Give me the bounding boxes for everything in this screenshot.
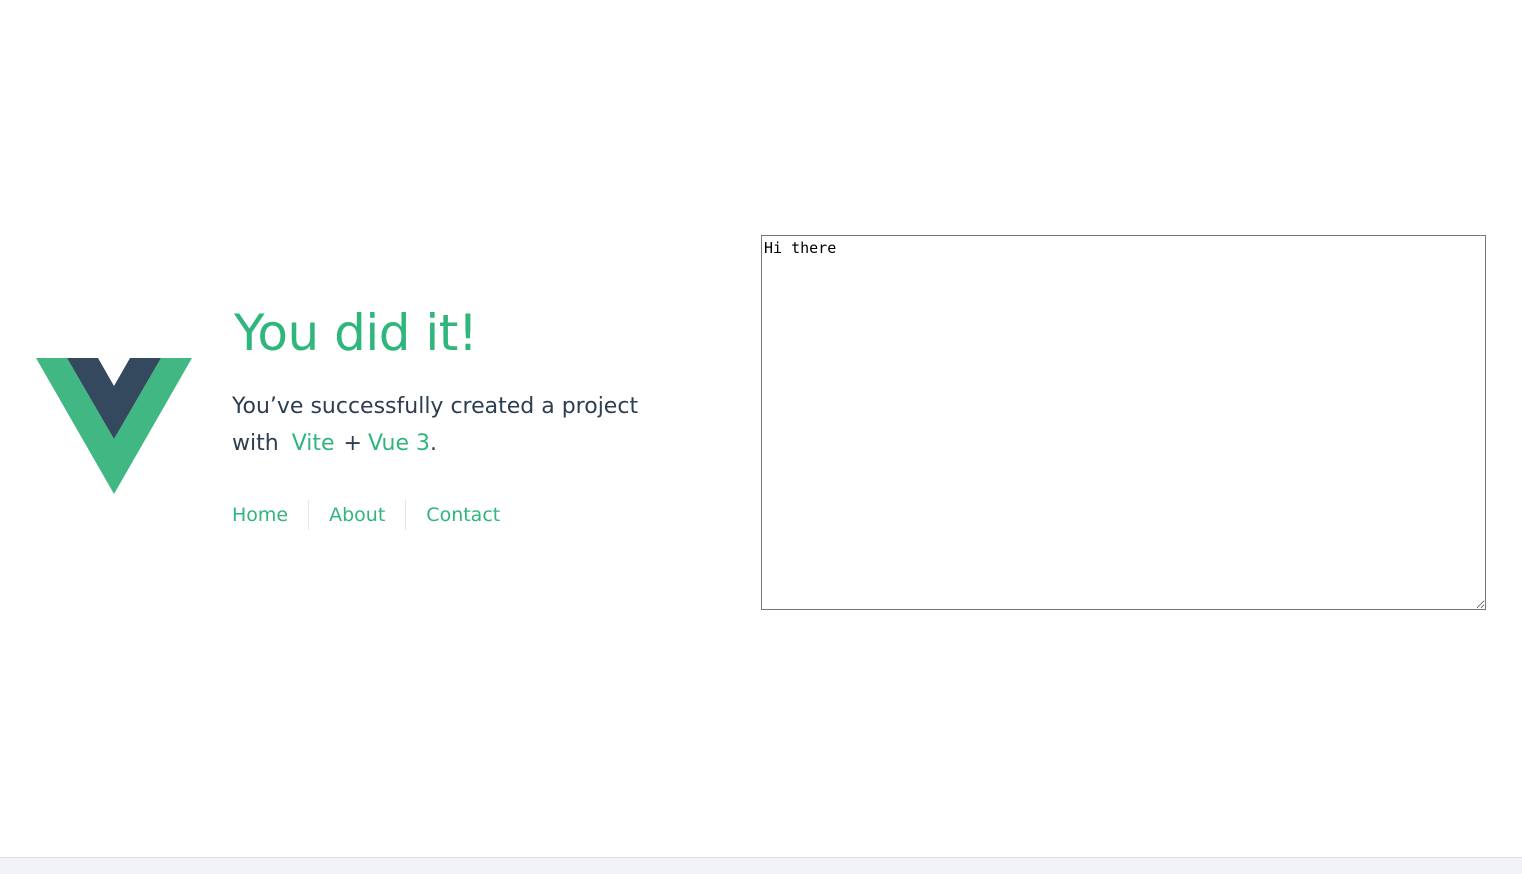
text-editor[interactable]: Hi there [761, 235, 1486, 610]
nav-link-contact[interactable]: Contact [405, 500, 520, 530]
nav-link-about[interactable]: About [308, 500, 405, 530]
vite-link[interactable]: Vite [292, 431, 335, 456]
app-page: You did it! You’ve successfully created … [0, 0, 1522, 874]
plus-sign: + [343, 431, 362, 456]
page-title: You did it! [234, 304, 478, 362]
vue-link[interactable]: Vue 3 [368, 431, 430, 456]
taskbar [0, 857, 1522, 874]
nav-link-home[interactable]: Home [232, 500, 308, 530]
main-nav: Home About Contact [232, 500, 520, 530]
period: . [430, 431, 437, 456]
vue-logo [36, 358, 192, 494]
hero-subtitle: You’ve successfully created a project wi… [232, 388, 672, 462]
